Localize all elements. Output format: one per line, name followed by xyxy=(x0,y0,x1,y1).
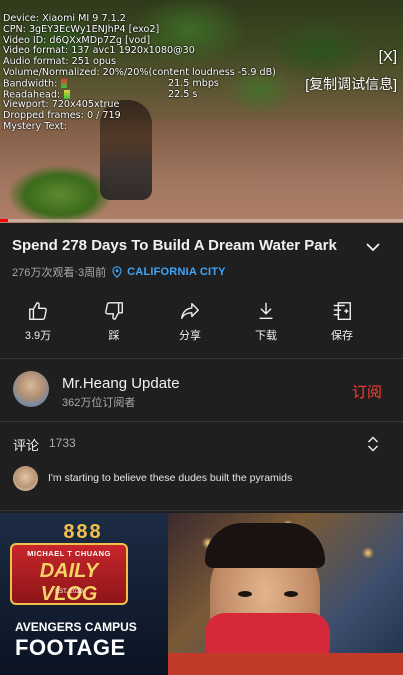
stat-label: Device: Xiaomi MI 9 7.1.2 xyxy=(3,13,126,24)
download-icon xyxy=(259,302,273,320)
download-label: 下载 xyxy=(255,330,277,342)
stat-label: Viewport: 720x405xtrue xyxy=(3,99,120,111)
next-video-thumbnail[interactable]: 888 MICHAEL T CHUANG DAILY VLOG EST. 202… xyxy=(0,513,403,675)
stat-row-bandwidth: Bandwidth: 21.5 mbps xyxy=(3,77,343,90)
channel-avatar[interactable] xyxy=(13,371,49,407)
thumbs-up-icon xyxy=(29,302,47,320)
stat-label: Video ID: d6QXxMDp7Zg [vod] xyxy=(3,34,151,46)
channel-row[interactable]: Mr.Heang Update 362万位订阅者 订阅 xyxy=(0,361,403,421)
thumbnail-eye xyxy=(284,591,298,597)
action-bar: 3.9万 踩 分享 下载 保存 xyxy=(0,296,403,356)
commenter-avatar xyxy=(13,466,38,491)
bandwidth-bar-icon xyxy=(61,78,68,88)
video-meta: 276万次观看 · 3周前 CALIFORNIA CITY xyxy=(12,264,226,280)
dislike-button[interactable]: 踩 xyxy=(76,296,152,356)
stat-label: Audio format: 251 opus xyxy=(3,56,117,68)
vlog-logo-est: EST. 2020 xyxy=(55,589,83,595)
stat-row: Mystery Text: xyxy=(3,120,343,133)
download-button[interactable]: 下载 xyxy=(228,296,304,356)
channel-name[interactable]: Mr.Heang Update xyxy=(62,375,180,392)
vlog-logo-banner: MICHAEL T CHUANG DAILY VLOG EST. 2020 xyxy=(10,543,128,605)
like-count: 3.9万 xyxy=(24,330,52,342)
dislike-label: 踩 xyxy=(108,330,120,342)
progress-bar-fill xyxy=(0,219,9,222)
vlog-logo-main: DAILY VLOG xyxy=(39,560,99,605)
comments-count: 1733 xyxy=(49,436,76,450)
location-link[interactable]: CALIFORNIA CITY xyxy=(127,266,226,278)
share-button[interactable]: 分享 xyxy=(152,296,228,356)
close-stats-button[interactable]: [X] xyxy=(379,48,397,65)
save-playlist-icon xyxy=(333,302,351,320)
comments-label: 评论 xyxy=(13,438,40,453)
thumbnail-headline: FOOTAGE xyxy=(15,635,126,660)
top-comment-text: I'm starting to believe these dudes buil… xyxy=(48,472,293,484)
video-player[interactable]: Device: Xiaomi MI 9 7.1.2 CPN: 3gEY3EcWy… xyxy=(0,0,403,223)
vlog-badge-number: 888 xyxy=(63,521,103,543)
subscriber-count: 362万位订阅者 xyxy=(62,397,136,409)
thumbs-down-icon xyxy=(105,302,123,320)
like-button[interactable]: 3.9万 xyxy=(0,296,76,356)
stat-label: Video format: 137 avc1 1920x1080@30 xyxy=(3,45,195,57)
progress-bar[interactable] xyxy=(0,219,403,222)
save-button[interactable]: 保存 xyxy=(304,296,380,356)
location-pin-icon xyxy=(112,266,122,278)
stat-value: 22.5 s xyxy=(168,88,198,100)
stat-label: Bandwidth: xyxy=(3,78,58,90)
upload-age: 3周前 xyxy=(78,267,107,279)
share-icon xyxy=(181,302,199,320)
stats-for-nerds-overlay: Device: Xiaomi MI 9 7.1.2 CPN: 3gEY3EcWy… xyxy=(3,13,343,133)
copy-debug-info-button[interactable]: [复制调试信息] xyxy=(305,74,397,94)
stat-label: CPN: 3gEY3EcWy1ENJhP4 [exo2] xyxy=(3,23,160,35)
thumbnail-shirt xyxy=(168,653,403,675)
divider xyxy=(0,421,403,422)
save-label: 保存 xyxy=(331,330,353,342)
divider xyxy=(0,510,403,511)
stat-label: Volume/Normalized: 20%/20%(content loudn… xyxy=(3,66,276,78)
vlog-logo-top: MICHAEL T CHUANG xyxy=(27,549,111,558)
thumbnail-eye xyxy=(238,591,252,597)
view-count: 276万次观看 xyxy=(12,267,75,279)
subscribe-button[interactable]: 订阅 xyxy=(352,381,382,402)
stat-label: Dropped frames: 0 / 719 xyxy=(3,110,121,122)
readahead-bar-icon xyxy=(64,89,71,99)
stat-label: Mystery Text: xyxy=(3,120,67,132)
thumbnail-person-hair xyxy=(205,523,325,568)
video-title[interactable]: Spend 278 Days To Build A Dream Water Pa… xyxy=(12,237,352,254)
divider xyxy=(0,358,403,359)
comments-section[interactable]: 评论 1733 I'm starting to believe these du… xyxy=(0,424,403,510)
stat-value: 21.5 mbps xyxy=(168,77,219,89)
thumbnail-subtitle: AVENGERS CAMPUS xyxy=(15,620,137,634)
chevron-down-icon[interactable] xyxy=(364,238,382,256)
expand-collapse-icon[interactable] xyxy=(366,434,380,454)
share-label: 分享 xyxy=(179,330,201,342)
